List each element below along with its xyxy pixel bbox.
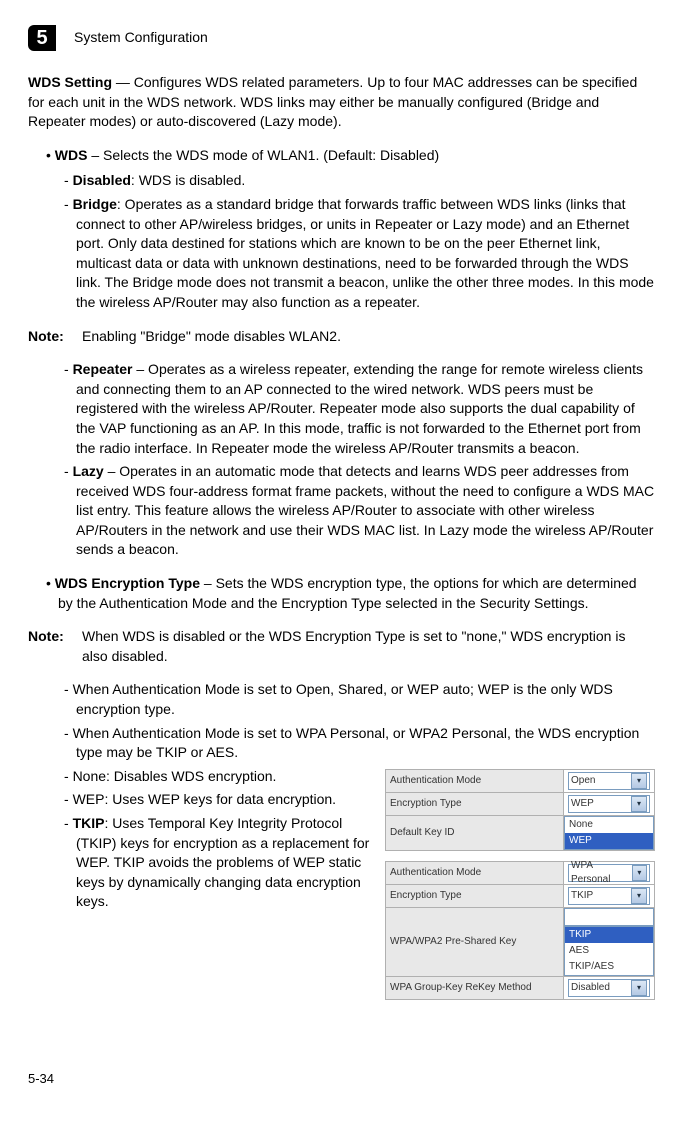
ui2-rekey-value[interactable]: Disabled ▾ [564, 976, 655, 999]
page-header: 5 System Configuration [28, 25, 655, 51]
header-title: System Configuration [74, 28, 208, 48]
chevron-down-icon[interactable]: ▾ [631, 796, 647, 812]
wds-bullet: WDS – Selects the WDS mode of WLAN1. (De… [46, 146, 655, 166]
ui1-enc-label: Encryption Type [386, 792, 564, 815]
sub2-text: When Authentication Mode is set to WPA P… [73, 725, 640, 761]
tkip-text: : Uses Temporal Key Integrity Protocol (… [76, 815, 369, 909]
note-2: Note: When WDS is disabled or the WDS En… [28, 627, 655, 666]
note-1: Note: Enabling "Bridge" mode disables WL… [28, 327, 655, 347]
repeater-heading: Repeater [73, 361, 133, 377]
wds-text: – Selects the WDS mode of WLAN1. (Defaul… [87, 147, 439, 163]
ui1-drop-opt-wep[interactable]: WEP [565, 833, 653, 849]
ui1-auth-value-text: Open [571, 774, 595, 788]
ui1-key-label: Default Key ID [386, 815, 564, 850]
ui1-drop-opt-none[interactable]: None [565, 817, 653, 833]
disabled-heading: Disabled [73, 172, 131, 188]
repeater-text: – Operates as a wireless repeater, exten… [76, 361, 643, 455]
ui2-auth-value-text: WPA Personal [571, 859, 632, 887]
ui2-enc-value[interactable]: TKIP ▾ [564, 884, 655, 907]
ui2-enc-value-text: TKIP [571, 889, 593, 903]
ui-table-2: Authentication Mode WPA Personal▾ Encryp… [385, 861, 655, 1000]
ui2-drop-opt-aes[interactable]: AES [565, 943, 653, 959]
wds-setting-heading: WDS Setting [28, 74, 112, 90]
note-2-label: Note: [28, 627, 82, 666]
lazy-text: – Operates in an automatic mode that det… [76, 463, 654, 557]
ui-screenshot-box: Authentication Mode Open ▾ Encryption Typ… [385, 769, 655, 1010]
tkip-heading: TKIP [73, 815, 105, 831]
bridge-text: : Operates as a standard bridge that for… [76, 196, 654, 310]
wds-setting-text: — Configures WDS related parameters. Up … [28, 74, 637, 129]
ui1-enc-value-text: WEP [571, 797, 594, 811]
lazy-heading: Lazy [73, 463, 104, 479]
ui2-psk-label: WPA/WPA2 Pre-Shared Key [386, 907, 564, 976]
ui1-key-dropdown[interactable]: None WEP [564, 815, 655, 850]
sub3-text: None: Disables WDS encryption. [73, 768, 277, 784]
ui1-auth-value[interactable]: Open ▾ [564, 769, 655, 792]
page-number: 5-34 [28, 1070, 655, 1088]
disabled-bullet: Disabled: WDS is disabled. [64, 171, 655, 191]
ui2-enc-label: Encryption Type [386, 884, 564, 907]
wds-setting-para: WDS Setting — Configures WDS related par… [28, 73, 655, 132]
bridge-bullet: Bridge: Operates as a standard bridge th… [64, 195, 655, 313]
enc-type-bullet: WDS Encryption Type – Sets the WDS encry… [46, 574, 655, 613]
ui2-rekey-label: WPA Group-Key ReKey Method [386, 976, 564, 999]
ui2-auth-label: Authentication Mode [386, 861, 564, 884]
lazy-bullet: Lazy – Operates in an automatic mode tha… [64, 462, 655, 560]
chevron-down-icon[interactable]: ▾ [631, 888, 647, 904]
disabled-text: : WDS is disabled. [131, 172, 245, 188]
sub4-text: WEP: Uses WEP keys for data encryption. [73, 791, 337, 807]
chevron-down-icon[interactable]: ▾ [631, 980, 647, 996]
ui2-rekey-value-text: Disabled [571, 981, 610, 995]
ui2-auth-value[interactable]: WPA Personal▾ [564, 861, 655, 884]
enc-type-heading: WDS Encryption Type [55, 575, 200, 591]
ui-table-1: Authentication Mode Open ▾ Encryption Typ… [385, 769, 655, 851]
chevron-down-icon[interactable]: ▾ [632, 865, 647, 881]
note-1-text: Enabling "Bridge" mode disables WLAN2. [82, 327, 655, 347]
repeater-bullet: Repeater – Operates as a wireless repeat… [64, 360, 655, 458]
wds-heading: WDS [55, 147, 88, 163]
note-1-label: Note: [28, 327, 82, 347]
ui2-psk-cell: TKIP AES TKIP/AES [564, 907, 655, 976]
note-2-text: When WDS is disabled or the WDS Encrypti… [82, 627, 655, 666]
sub1-bullet: When Authentication Mode is set to Open,… [64, 680, 655, 719]
sub2-bullet: When Authentication Mode is set to WPA P… [64, 724, 655, 763]
sub1-text: When Authentication Mode is set to Open,… [73, 681, 613, 717]
chapter-badge: 5 [28, 25, 56, 51]
ui2-drop-opt-tkipaes[interactable]: TKIP/AES [565, 959, 653, 975]
chevron-down-icon[interactable]: ▾ [631, 773, 647, 789]
ui1-auth-label: Authentication Mode [386, 769, 564, 792]
ui2-drop-opt-tkip[interactable]: TKIP [565, 927, 653, 943]
bridge-heading: Bridge [73, 196, 117, 212]
ui1-enc-value[interactable]: WEP ▾ [564, 792, 655, 815]
ui2-psk-input[interactable] [564, 908, 654, 926]
